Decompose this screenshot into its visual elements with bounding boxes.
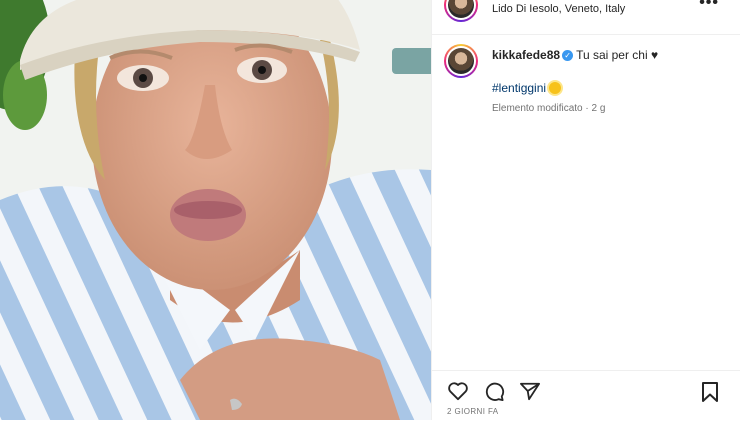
location-link[interactable]: Lido Di Iesolo, Veneto, Italy (492, 3, 625, 15)
edited-label: Elemento modificato · 2 g (492, 103, 606, 114)
post-timestamp: 2 GIORNI FA (447, 407, 499, 416)
sun-emoji-icon (549, 82, 562, 94)
hashtag-link[interactable]: #lentiggini (492, 81, 546, 95)
heart-icon[interactable] (447, 381, 469, 401)
author-avatar[interactable] (444, 0, 478, 22)
action-bar: 2 GIORNI FA (432, 370, 740, 421)
bookmark-icon[interactable] (700, 381, 720, 403)
share-icon[interactable] (519, 381, 541, 401)
comment-icon[interactable] (483, 381, 505, 401)
verified-badge-icon: ✓ (562, 50, 574, 61)
caption-avatar[interactable] (444, 44, 478, 78)
post-side-panel: Lido Di Iesolo, Veneto, Italy ••• kikkaf… (431, 0, 740, 420)
caption-text: Tu sai per chi ♥ (576, 48, 659, 62)
caption: kikkafede88 ✓ Tu sai per chi ♥ (492, 48, 658, 62)
selfie-image (0, 0, 431, 420)
more-options-icon[interactable]: ••• (699, 0, 719, 12)
hashtag-line: #lentiggini (492, 81, 562, 95)
post-header: Lido Di Iesolo, Veneto, Italy ••• (432, 0, 740, 35)
username[interactable]: kikkafede88 (492, 48, 560, 62)
post-photo[interactable] (0, 0, 431, 420)
